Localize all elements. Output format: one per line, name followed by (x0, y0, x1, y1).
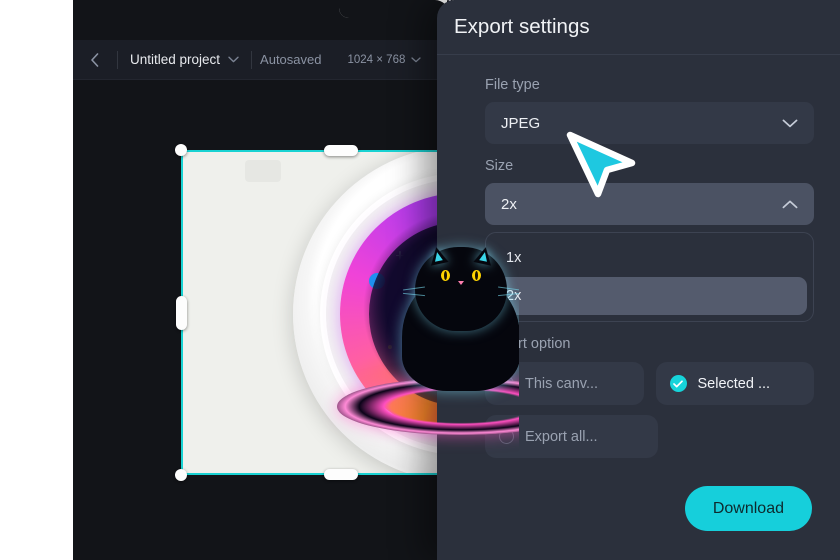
chevron-down-icon (782, 119, 798, 127)
resize-handle-bottom[interactable] (324, 469, 358, 480)
chevron-down-icon (411, 56, 422, 62)
size-option-1x[interactable]: 1x (492, 239, 807, 277)
file-type-value: JPEG (501, 114, 541, 132)
panel-title: Export settings (454, 15, 590, 38)
size-value: 2x (501, 195, 517, 213)
size-label: Size (485, 158, 514, 174)
file-type-label: File type (485, 77, 540, 93)
export-option-row-2: Export all... (485, 415, 814, 458)
chevron-left-icon (90, 52, 98, 67)
chevron-down-icon (228, 56, 239, 63)
export-option-spacer (670, 415, 815, 458)
export-option-label-text: Export all... (525, 428, 598, 445)
size-option-2x[interactable]: 2x (492, 277, 807, 315)
cat-head (402, 245, 519, 332)
cat-eye-right (472, 269, 482, 281)
screenshot-root: Untitled project Autosaved 1024 × 768 Ex… (0, 0, 840, 560)
canvas-size-button[interactable]: 1024 × 768 (347, 53, 422, 66)
size-select[interactable]: 2x (485, 183, 814, 225)
back-button[interactable] (79, 45, 109, 75)
export-option-row-1: This canv... Selected ... (485, 362, 814, 405)
project-name-label: Untitled project (130, 52, 221, 67)
export-option-label-text: Selected ... (697, 375, 771, 392)
panel-header: Export settings (437, 0, 840, 55)
pointer-cursor (566, 131, 636, 198)
export-option-selected[interactable]: Selected ... (655, 362, 814, 405)
size-options-list: 1x 2x (485, 232, 814, 322)
cat-eye-left (440, 269, 450, 281)
download-button[interactable]: Download (684, 486, 812, 531)
cat-nose (457, 280, 464, 285)
resize-handle-top-left[interactable] (175, 144, 187, 156)
chevron-up-icon (782, 200, 798, 208)
project-name-button[interactable]: Untitled project (126, 52, 243, 67)
autosaved-status: Autosaved (260, 52, 322, 67)
canvas-size-label: 1024 × 768 (347, 53, 406, 66)
toolbar-divider-2 (251, 50, 253, 69)
download-row: Download (485, 486, 814, 531)
file-type-select[interactable]: JPEG (485, 102, 814, 144)
radio-checked-icon (669, 375, 687, 392)
resize-handle-top[interactable] (324, 145, 358, 156)
export-option-label-text: This canv... (525, 375, 599, 392)
black-cat (394, 233, 519, 408)
notification-clip-mask (339, 0, 449, 18)
check-icon (673, 379, 683, 387)
artwork-watermark (245, 160, 281, 182)
export-option-label: Export option (485, 336, 571, 352)
resize-handle-left[interactable] (176, 296, 187, 330)
toolbar-divider-1 (117, 50, 118, 69)
resize-handle-bottom-left[interactable] (175, 469, 187, 481)
